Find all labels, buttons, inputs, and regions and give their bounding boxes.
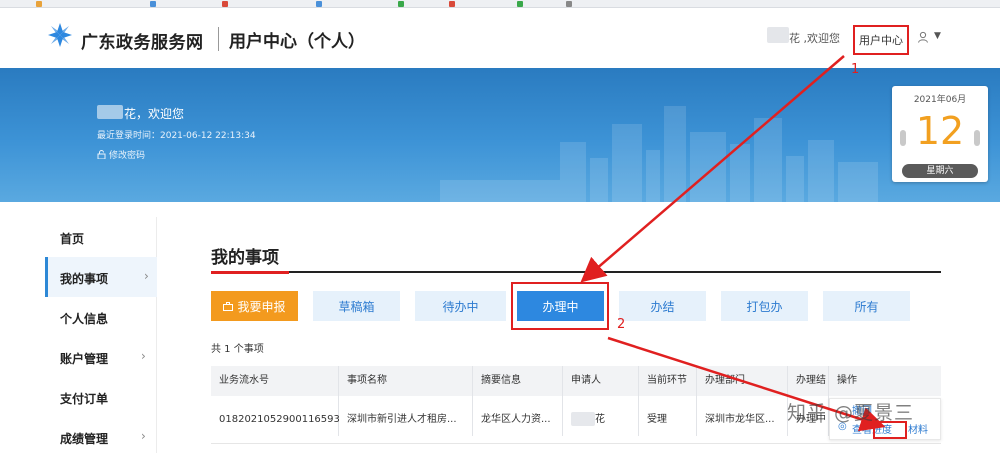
sidebar-item-label: 首页 (60, 232, 85, 246)
tab-bundle[interactable]: 打包办 (721, 291, 808, 321)
banner-welcome-text: 花，欢迎您 (124, 107, 185, 121)
sidebar-item-label: 个人信息 (60, 312, 109, 326)
annotation-step-1: 1 (851, 62, 860, 77)
skyline-decoration (612, 124, 642, 202)
sidebar-item-scores[interactable]: 成绩管理 › (45, 417, 157, 457)
tab-completed[interactable]: 办结 (619, 291, 706, 321)
skyline-decoration (838, 162, 878, 202)
tab-label: 打包办 (746, 299, 783, 314)
last-login-time: 最近登录时间：2021-06-12 22:13:34 (97, 131, 256, 141)
title-divider (218, 27, 219, 51)
calendar-month: 2021年06月 (913, 95, 967, 105)
column-header: 当前环节 (647, 375, 687, 386)
sidebar-nav: 首页 我的事项 › 个人信息 账户管理 › 支付订单 成绩管理 › (45, 217, 157, 453)
header-welcome-text: 花 ,欢迎您 (789, 32, 840, 45)
chevron-right-icon: › (144, 269, 149, 283)
browser-bookmark-bar (0, 0, 1000, 8)
skyline-decoration (560, 142, 586, 202)
user-center-link[interactable]: 用户中心 (853, 25, 909, 55)
matter-name-cell[interactable]: 深圳市新引进人才租房... (347, 396, 475, 444)
calendar-day: 12 (915, 109, 965, 153)
annotation-box-tab (511, 282, 609, 330)
lock-icon (97, 150, 106, 160)
tab-label: 办结 (650, 299, 675, 314)
table-header: 业务流水号 事项名称 摘要信息 申请人 当前环节 办理部门 办理结 操作 (211, 366, 941, 396)
bookmark-icon[interactable] (150, 0, 156, 7)
change-password-label: 修改密码 (109, 151, 146, 161)
applicant-cell: 花 (595, 414, 605, 425)
summary-cell: 龙华区人力资... (481, 414, 551, 425)
declare-button[interactable]: 我要申报 (211, 291, 298, 321)
skyline-decoration (664, 106, 686, 202)
chevron-right-icon: › (141, 349, 146, 363)
sidebar-item-home[interactable]: 首页 (45, 217, 157, 257)
sidebar-item-label: 支付订单 (60, 392, 109, 406)
username-redacted (767, 27, 789, 43)
tab-all[interactable]: 所有 (823, 291, 910, 321)
tab-label: 所有 (854, 299, 879, 314)
bookmark-icon[interactable] (316, 0, 322, 7)
skyline-decoration (590, 158, 608, 202)
bookmark-icon[interactable] (566, 0, 572, 7)
skyline-decoration (440, 180, 560, 202)
bookmark-icon[interactable] (36, 0, 42, 7)
sidebar-item-my-matters[interactable]: 我的事项 › (45, 257, 157, 297)
site-name[interactable]: 广东政务服务网 (81, 28, 204, 53)
watermark: 知乎 @夏景三 (787, 402, 915, 424)
chevron-right-icon: › (141, 429, 146, 443)
column-header: 操作 (837, 375, 857, 386)
column-header: 摘要信息 (481, 375, 521, 386)
calendar-widget: 2021年06月 12 星期六 (892, 86, 988, 182)
tab-label: 待办中 (442, 299, 479, 314)
title-accent-bar (211, 271, 289, 274)
bookmark-icon[interactable] (517, 0, 523, 7)
tab-drafts[interactable]: 草稿箱 (313, 291, 400, 321)
sidebar-item-payment-orders[interactable]: 支付订单 (45, 377, 157, 417)
department-cell: 深圳市龙华区... (705, 414, 775, 425)
title-underline (211, 271, 941, 273)
bookmark-icon[interactable] (449, 0, 455, 7)
site-header: 广东政务服务网 用户中心（个人） 花 ,欢迎您 用户中心 ▼ (0, 8, 1000, 68)
column-header: 申请人 (571, 375, 601, 386)
skyline-decoration (690, 132, 726, 202)
tab-label: 草稿箱 (338, 299, 375, 314)
sidebar-item-label: 成绩管理 (60, 432, 109, 446)
skyline-decoration (808, 140, 834, 202)
applicant-redacted (571, 412, 595, 426)
logo-icon[interactable] (47, 22, 73, 48)
sidebar-item-account[interactable]: 账户管理 › (45, 337, 157, 377)
skyline-decoration (786, 156, 804, 202)
skyline-decoration (730, 144, 750, 202)
change-password-link[interactable]: 修改密码 (97, 148, 145, 161)
annotation-step-2: 2 (617, 317, 626, 332)
skyline-decoration (646, 150, 660, 202)
briefcase-icon (223, 301, 234, 311)
sidebar-item-label: 我的事项 (60, 272, 109, 286)
user-icon[interactable] (917, 31, 929, 46)
skyline-decoration (754, 118, 782, 202)
column-header: 办理部门 (705, 375, 745, 386)
username-redacted (97, 105, 123, 119)
calendar-weekday: 星期六 (902, 164, 978, 178)
bookmark-icon[interactable] (398, 0, 404, 7)
serial-number-cell: 0182021052900116593 (219, 414, 340, 425)
tab-pending[interactable]: 待办中 (415, 291, 506, 321)
column-header: 事项名称 (347, 375, 387, 386)
page-title: 我的事项 (211, 248, 279, 268)
current-step-cell: 受理 (647, 414, 667, 425)
tab-label: 我要申报 (237, 299, 286, 314)
bookmark-icon[interactable] (222, 0, 228, 7)
matter-count: 共 1 个事项 (211, 344, 264, 355)
sidebar-item-personal-info[interactable]: 个人信息 (45, 297, 157, 337)
caret-down-icon[interactable]: ▼ (934, 31, 941, 41)
column-header: 办理结 (796, 375, 826, 386)
column-header: 业务流水号 (219, 375, 269, 386)
welcome-banner: 花，欢迎您 最近登录时间：2021-06-12 22:13:34 修改密码 (0, 68, 1000, 202)
page-section-title: 用户中心（个人） (229, 32, 365, 52)
sidebar-item-label: 账户管理 (60, 352, 109, 366)
